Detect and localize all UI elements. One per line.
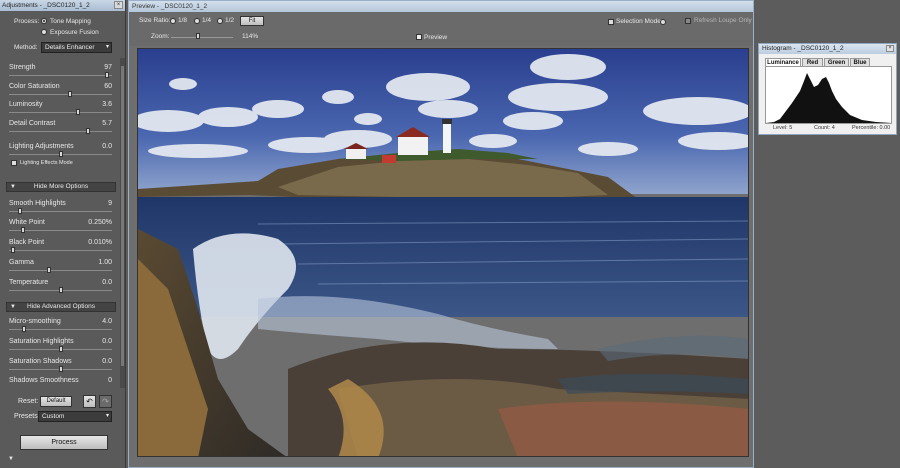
- preview-toolbar: Size Ratio: 1/8 1/4 1/2 Fit Zoom: 114% P…: [129, 12, 753, 46]
- redo-icon: ↷: [102, 397, 109, 406]
- selection-mode-checkbox[interactable]: [608, 19, 614, 25]
- lighting-effects-label: Lighting Effects Mode: [20, 160, 73, 166]
- undo-button[interactable]: ↶: [83, 395, 96, 408]
- zoom-label: Zoom:: [151, 33, 170, 40]
- slider-shadows-smoothness[interactable]: Shadows Smoothness 0: [9, 377, 112, 386]
- presets-value: Custom: [42, 413, 65, 420]
- slider-lighting-adjustments[interactable]: Lighting Adjustments 0.0: [9, 143, 112, 157]
- slider-smooth-highlights[interactable]: Smooth Highlights 9: [9, 200, 112, 214]
- slider-handle[interactable]: [105, 72, 109, 78]
- slider-saturation-shadows[interactable]: Saturation Shadows 0.0: [9, 358, 112, 372]
- slider-handle[interactable]: [18, 208, 22, 214]
- slider-handle[interactable]: [47, 267, 51, 273]
- radio-tone-mapping[interactable]: [41, 18, 47, 24]
- slider-saturation-highlights[interactable]: Saturation Highlights 0.0: [9, 338, 112, 352]
- slider-handle[interactable]: [68, 91, 72, 97]
- method-value: Details Enhancer: [45, 44, 95, 51]
- slider-handle[interactable]: [76, 109, 80, 115]
- histogram-title: Histogram - _DSC0120_1_2: [762, 45, 844, 52]
- triangle-down-icon: ▼: [10, 184, 16, 190]
- default-button[interactable]: Default: [40, 396, 72, 407]
- slider-handle[interactable]: [59, 366, 63, 372]
- zoom-slider-handle[interactable]: [196, 33, 200, 39]
- zoom-value: 114%: [242, 33, 259, 40]
- preview-window: Preview - _DSC0120_1_2 Size Ratio: 1/8 1…: [128, 0, 754, 468]
- exposure-fusion-label: Exposure Fusion: [50, 29, 99, 36]
- slider-handle[interactable]: [22, 326, 26, 332]
- radio-exposure-fusion[interactable]: [41, 29, 47, 35]
- histogram-percentile: Percentile: 0.00: [852, 125, 891, 131]
- fit-button[interactable]: Fit: [240, 16, 264, 26]
- adjustments-panel: Adjustments - _DSC0120_1_2 × Process: To…: [0, 0, 126, 468]
- chevron-down-icon: ▾: [105, 413, 109, 419]
- tone-mapping-label: Tone Mapping: [50, 18, 91, 25]
- refresh-loupe-label: Refresh Loupe Only: [694, 17, 752, 24]
- hide-advanced-options-toggle[interactable]: ▼ Hide Advanced Options: [6, 302, 116, 312]
- ratio-1-4-radio[interactable]: [194, 18, 200, 24]
- ratio-1-2-label: 1/2: [225, 17, 235, 24]
- adjustments-title: Adjustments - _DSC0120_1_2: [2, 2, 90, 9]
- adjustments-scrollbar[interactable]: [120, 58, 125, 388]
- slider-handle[interactable]: [59, 151, 63, 157]
- histogram-window: Histogram - _DSC0120_1_2 × Luminance Red…: [758, 43, 897, 135]
- histogram-graph[interactable]: [765, 66, 892, 124]
- ratio-1-8-label: 1/8: [178, 17, 188, 24]
- slider-handle[interactable]: [59, 346, 63, 352]
- preview-checkbox[interactable]: [416, 34, 422, 40]
- undo-icon: ↶: [86, 397, 93, 406]
- slider-white-point[interactable]: White Point 0.250%: [9, 219, 112, 233]
- method-label: Method:: [14, 44, 38, 51]
- slider-gamma[interactable]: Gamma 1.00: [9, 259, 112, 273]
- histogram-level: Level: 5: [773, 125, 793, 131]
- selection-mode-label: Selection Mode: [616, 18, 661, 25]
- slider-temperature[interactable]: Temperature 0.0: [9, 279, 112, 293]
- slider-color-saturation[interactable]: Color Saturation 60: [9, 83, 112, 97]
- presets-dropdown[interactable]: Custom ▾: [38, 411, 112, 422]
- preview-checkbox-label: Preview: [424, 34, 448, 41]
- triangle-down-icon: ▼: [10, 304, 16, 310]
- slider-handle[interactable]: [59, 287, 63, 293]
- histogram-count: Count: 4: [814, 125, 835, 131]
- slider-luminosity[interactable]: Luminosity 3.6: [9, 101, 112, 115]
- hide-more-options-toggle[interactable]: ▼ Hide More Options: [6, 182, 116, 192]
- ratio-1-2-radio[interactable]: [217, 18, 223, 24]
- ratio-1-8-radio[interactable]: [170, 18, 176, 24]
- close-icon[interactable]: ×: [114, 1, 123, 9]
- expand-arrow-icon[interactable]: ▼: [8, 456, 14, 462]
- slider-handle[interactable]: [11, 247, 15, 253]
- slider-handle[interactable]: [86, 128, 90, 134]
- reset-label: Reset:: [18, 398, 39, 405]
- adjustments-titlebar: Adjustments - _DSC0120_1_2 ×: [0, 0, 125, 11]
- histogram-titlebar: Histogram - _DSC0120_1_2 ×: [759, 44, 896, 54]
- slider-black-point[interactable]: Black Point 0.010%: [9, 239, 112, 253]
- redo-button[interactable]: ↷: [99, 395, 112, 408]
- process-label: Process:: [14, 18, 40, 25]
- slider-handle[interactable]: [21, 227, 25, 233]
- preview-image[interactable]: [137, 48, 749, 457]
- process-button[interactable]: Process: [20, 435, 108, 450]
- method-dropdown[interactable]: Details Enhancer ▾: [41, 42, 112, 53]
- preview-titlebar: Preview - _DSC0120_1_2: [129, 1, 753, 12]
- help-icon[interactable]: [660, 19, 666, 25]
- ratio-1-4-label: 1/4: [202, 17, 212, 24]
- slider-detail-contrast[interactable]: Detail Contrast 5.7: [9, 120, 112, 134]
- size-ratio-label: Size Ratio:: [139, 17, 171, 24]
- refresh-loupe-checkbox[interactable]: [685, 18, 691, 24]
- slider-strength[interactable]: Strength 97: [9, 64, 112, 78]
- close-icon[interactable]: ×: [886, 45, 894, 52]
- preview-title: Preview - _DSC0120_1_2: [132, 3, 208, 10]
- lighting-effects-checkbox[interactable]: [11, 160, 17, 166]
- zoom-track: [171, 37, 233, 38]
- presets-label: Presets:: [14, 413, 40, 420]
- chevron-down-icon: ▾: [105, 44, 109, 50]
- slider-micro-smoothing[interactable]: Micro-smoothing 4.0: [9, 318, 112, 332]
